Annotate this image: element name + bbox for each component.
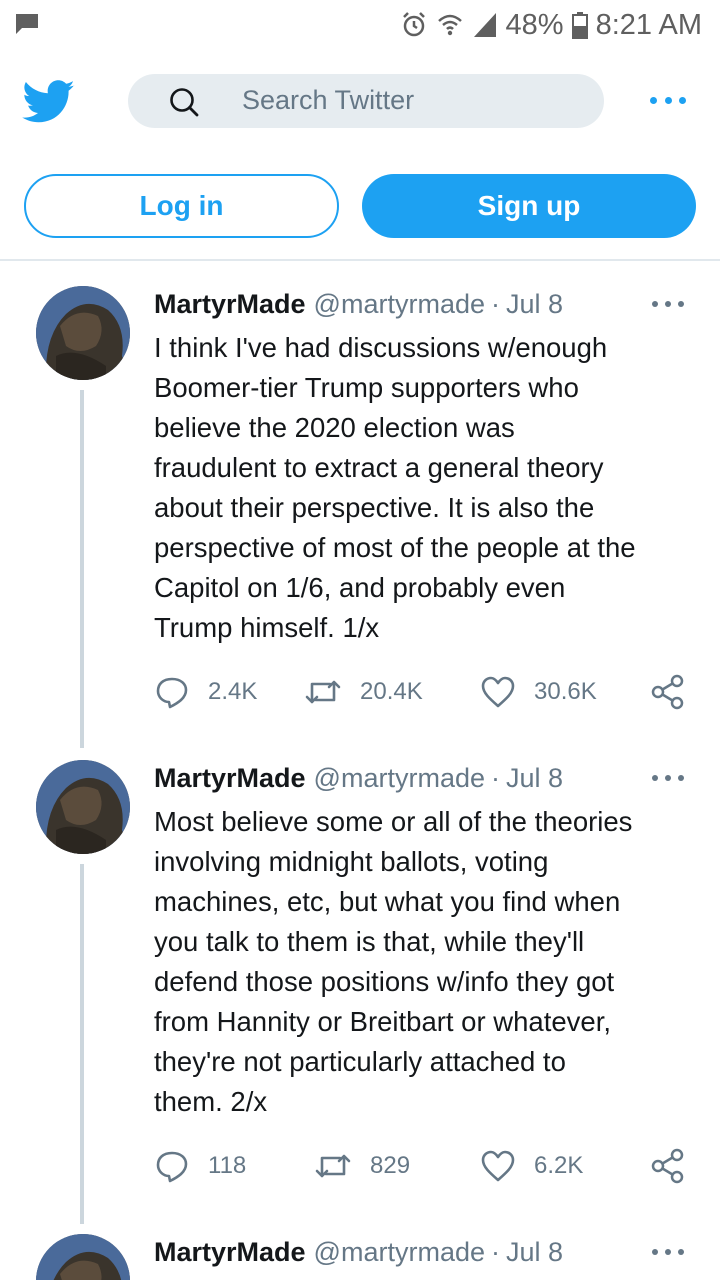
reply-button[interactable]: 2.4K bbox=[154, 672, 257, 712]
dot bbox=[678, 1249, 684, 1255]
search-input[interactable]: Search Twitter bbox=[128, 74, 604, 128]
reply-count: 118 bbox=[208, 1152, 247, 1179]
tweet-date[interactable]: Jul 8 bbox=[506, 1237, 563, 1268]
dot bbox=[652, 301, 658, 307]
alarm-icon bbox=[402, 12, 425, 37]
sign-up-button[interactable]: Sign up bbox=[362, 174, 696, 238]
like-button[interactable]: 6.2K bbox=[480, 1146, 583, 1186]
tweet-header: MartyrMade @martyrmade · Jul 8 bbox=[154, 760, 563, 796]
like-button[interactable]: 30.6K bbox=[480, 672, 597, 712]
avatar[interactable] bbox=[36, 760, 130, 854]
message-icon bbox=[16, 14, 38, 34]
retweet-button[interactable]: 829 bbox=[314, 1146, 410, 1186]
dot bbox=[650, 96, 657, 104]
tweet-header: MartyrMade @martyrmade · Jul 8 bbox=[154, 286, 563, 322]
tweet-date[interactable]: Jul 8 bbox=[506, 763, 563, 794]
author-handle[interactable]: @martyrmade bbox=[314, 763, 485, 794]
log-in-button[interactable]: Log in bbox=[24, 174, 339, 238]
dot bbox=[678, 301, 684, 307]
tweet-more-icon[interactable] bbox=[652, 1247, 684, 1257]
avatar[interactable] bbox=[36, 1234, 130, 1280]
tweet-text: I think I've had discussions w/enough Bo… bbox=[154, 332, 636, 643]
separator: · bbox=[491, 1236, 500, 1267]
reply-count: 2.4K bbox=[208, 678, 258, 705]
status-bar: 48% 8:21 AM bbox=[0, 0, 720, 50]
reply-button[interactable]: 118 bbox=[154, 1146, 246, 1186]
dot bbox=[664, 96, 672, 104]
dot bbox=[679, 96, 686, 104]
statue-avatar-image bbox=[36, 760, 130, 854]
reply-icon bbox=[156, 1151, 188, 1183]
author-name[interactable]: MartyrMade bbox=[154, 289, 306, 320]
tweet-more-icon[interactable] bbox=[652, 299, 684, 309]
author-handle[interactable]: @martyrmade bbox=[314, 1237, 485, 1268]
retweet-icon bbox=[315, 1154, 351, 1178]
share-icon bbox=[651, 674, 684, 710]
status-bar-right: 48% 8:21 AM bbox=[400, 8, 702, 42]
author-name[interactable]: MartyrMade bbox=[154, 763, 306, 794]
battery-percent: 48% bbox=[505, 8, 564, 41]
tweet-header: MartyrMade @martyrmade · Jul 8 bbox=[154, 1234, 563, 1270]
thread-line bbox=[80, 864, 84, 1224]
avatar[interactable] bbox=[36, 286, 130, 380]
separator: · bbox=[491, 288, 500, 319]
heart-icon bbox=[481, 676, 515, 708]
search-icon bbox=[170, 88, 199, 117]
dot bbox=[665, 1249, 671, 1255]
tweet-actions: 2.4K 20.4K 30.6K bbox=[154, 672, 694, 712]
reply-icon bbox=[156, 677, 188, 709]
statue-avatar-image bbox=[36, 286, 130, 380]
separator: · bbox=[491, 762, 500, 793]
statue-avatar-image bbox=[36, 1234, 130, 1280]
search-placeholder: Search Twitter bbox=[242, 85, 415, 115]
author-name[interactable]: MartyrMade bbox=[154, 1237, 306, 1268]
dot bbox=[652, 775, 658, 781]
tweet-text: Most believe some or all of the theories… bbox=[154, 806, 633, 1117]
dot bbox=[652, 1249, 658, 1255]
wifi-icon bbox=[437, 14, 462, 36]
dot bbox=[678, 775, 684, 781]
top-header: Search Twitter bbox=[0, 50, 720, 150]
twitter-bird-icon[interactable] bbox=[22, 80, 76, 124]
dot bbox=[665, 301, 671, 307]
signal-icon bbox=[473, 13, 496, 37]
tweet-actions: 118 829 6.2K bbox=[154, 1146, 694, 1186]
tweet-more-icon[interactable] bbox=[652, 773, 684, 783]
retweet-icon bbox=[305, 680, 341, 704]
retweet-count: 20.4K bbox=[360, 678, 423, 705]
clock: 8:21 AM bbox=[595, 8, 702, 41]
like-count: 6.2K bbox=[534, 1152, 584, 1179]
like-count: 30.6K bbox=[534, 678, 597, 705]
battery-icon bbox=[571, 12, 588, 39]
heart-icon bbox=[481, 1150, 515, 1182]
share-icon bbox=[651, 1148, 684, 1184]
tweet-date[interactable]: Jul 8 bbox=[506, 289, 563, 320]
retweet-count: 829 bbox=[370, 1152, 411, 1179]
share-button[interactable] bbox=[650, 1146, 686, 1186]
author-handle[interactable]: @martyrmade bbox=[314, 289, 485, 320]
share-button[interactable] bbox=[650, 672, 686, 712]
header-divider bbox=[0, 259, 720, 261]
more-dots-icon[interactable] bbox=[650, 85, 686, 115]
dot bbox=[665, 775, 671, 781]
retweet-button[interactable]: 20.4K bbox=[304, 672, 423, 712]
thread-line bbox=[80, 390, 84, 748]
